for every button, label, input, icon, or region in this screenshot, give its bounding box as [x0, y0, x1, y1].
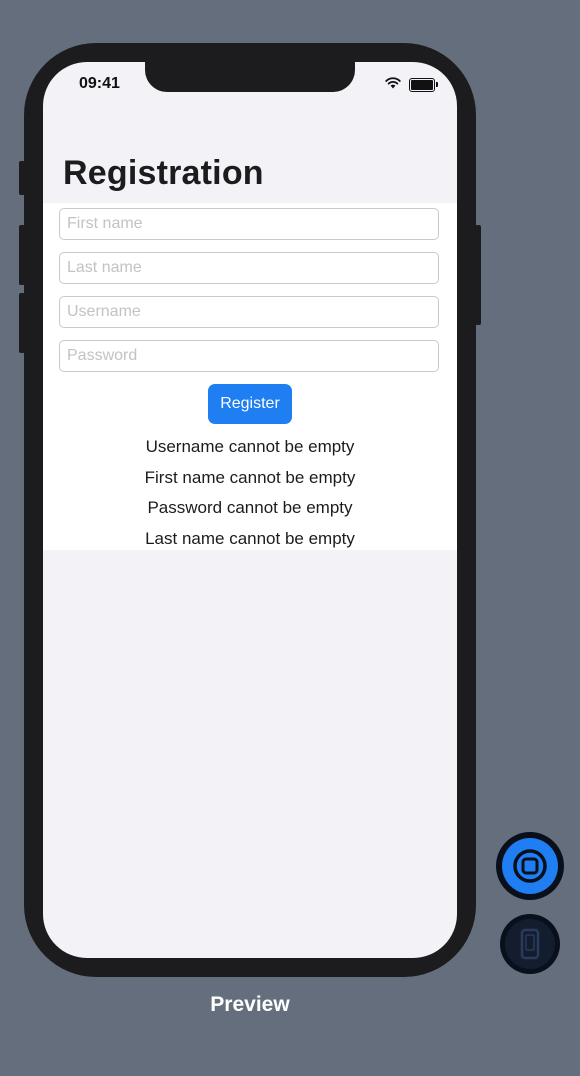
status-icons [385, 76, 438, 94]
registration-form: Register Username cannot be empty First … [43, 203, 457, 550]
validation-errors: Username cannot be empty First name cann… [43, 432, 457, 554]
live-preview-icon [510, 846, 550, 891]
first-name-field[interactable] [59, 208, 439, 240]
status-time: 09:41 [79, 75, 120, 92]
device-preview-icon [516, 928, 544, 965]
password-field[interactable] [59, 340, 439, 372]
battery-icon [409, 78, 438, 92]
notch [145, 62, 355, 92]
error-message-username: Username cannot be empty [145, 437, 355, 456]
error-message-last-name: Last name cannot be empty [145, 528, 355, 548]
last-name-field[interactable] [59, 252, 439, 284]
preview-label: Preview [210, 993, 290, 1016]
username-field[interactable] [59, 296, 439, 328]
register-button[interactable]: Register [208, 384, 292, 424]
device-preview-button[interactable] [500, 914, 560, 974]
device-frame: 09:41 Registration Register Use [24, 43, 476, 977]
page-title: Registration [63, 154, 264, 192]
live-preview-button[interactable] [496, 832, 564, 900]
wifi-icon [385, 76, 401, 94]
error-message-password: Password cannot be empty [147, 498, 353, 517]
error-message-first-name: First name cannot be empty [144, 467, 356, 487]
device-screen: 09:41 Registration Register Use [43, 62, 457, 958]
